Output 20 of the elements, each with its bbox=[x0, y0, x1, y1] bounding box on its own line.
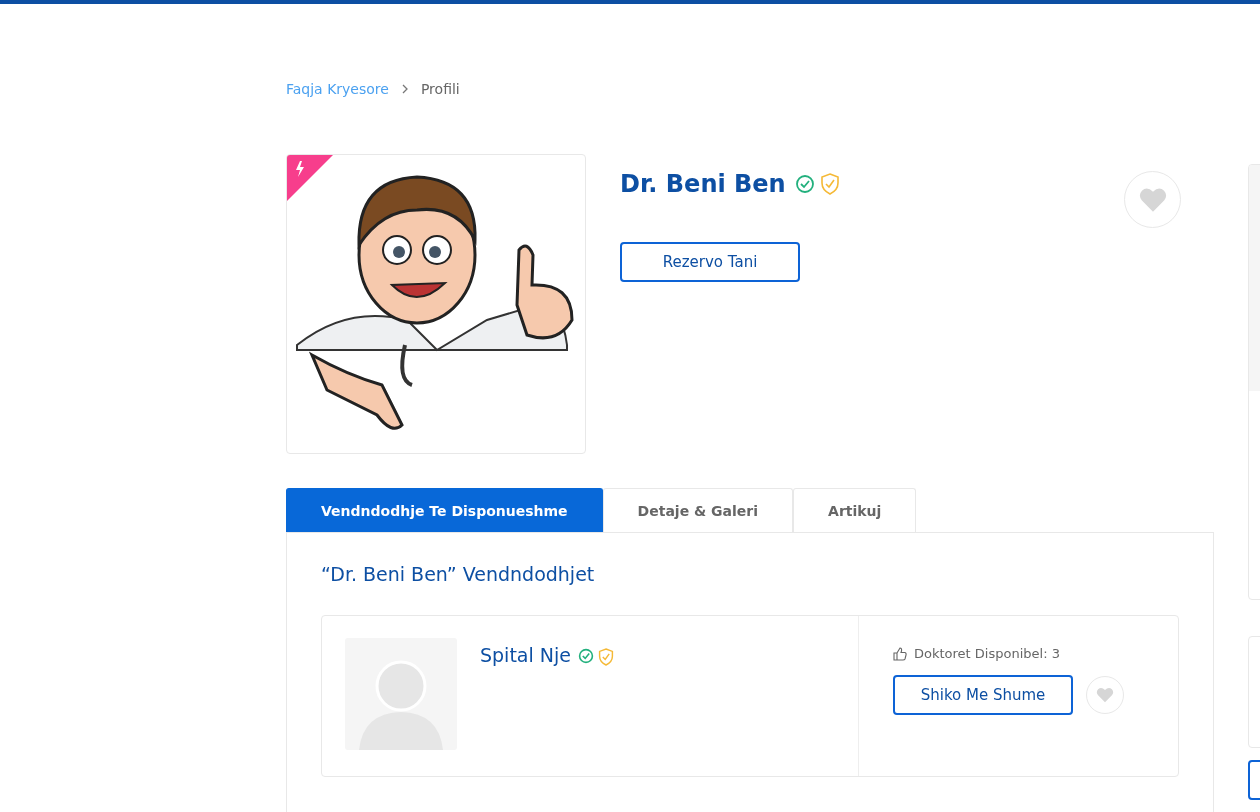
heart-icon bbox=[1138, 186, 1167, 213]
shield-check-icon bbox=[819, 173, 840, 195]
thumbs-up-icon bbox=[893, 646, 907, 661]
tab[interactable]: Artikuj bbox=[793, 488, 917, 532]
heart-icon bbox=[1096, 687, 1114, 703]
doctor-name: Dr. Beni Ben bbox=[620, 170, 786, 198]
tab[interactable]: Detaje & Galeri bbox=[602, 488, 794, 532]
book-now-button[interactable]: Rezervo Tani bbox=[620, 242, 800, 282]
verified-check-icon bbox=[578, 648, 594, 664]
verified-check-icon bbox=[794, 174, 815, 194]
tab[interactable]: Vendndodhje Te Disponueshme bbox=[286, 488, 603, 532]
featured-corner-badge bbox=[287, 155, 333, 201]
section-heading: “Dr. Beni Ben” Vendndodhjet bbox=[321, 563, 596, 585]
shield-check-icon bbox=[598, 648, 614, 666]
favorite-button[interactable] bbox=[1086, 676, 1124, 714]
see-more-button[interactable]: Shiko Me Shume bbox=[893, 675, 1073, 715]
available-doctors-text: Doktoret Disponibel: 3 bbox=[914, 646, 1060, 661]
chevron-icon bbox=[400, 84, 409, 94]
location-name[interactable]: Spital Nje bbox=[480, 638, 571, 672]
breadcrumb-current: Profili bbox=[420, 81, 460, 97]
